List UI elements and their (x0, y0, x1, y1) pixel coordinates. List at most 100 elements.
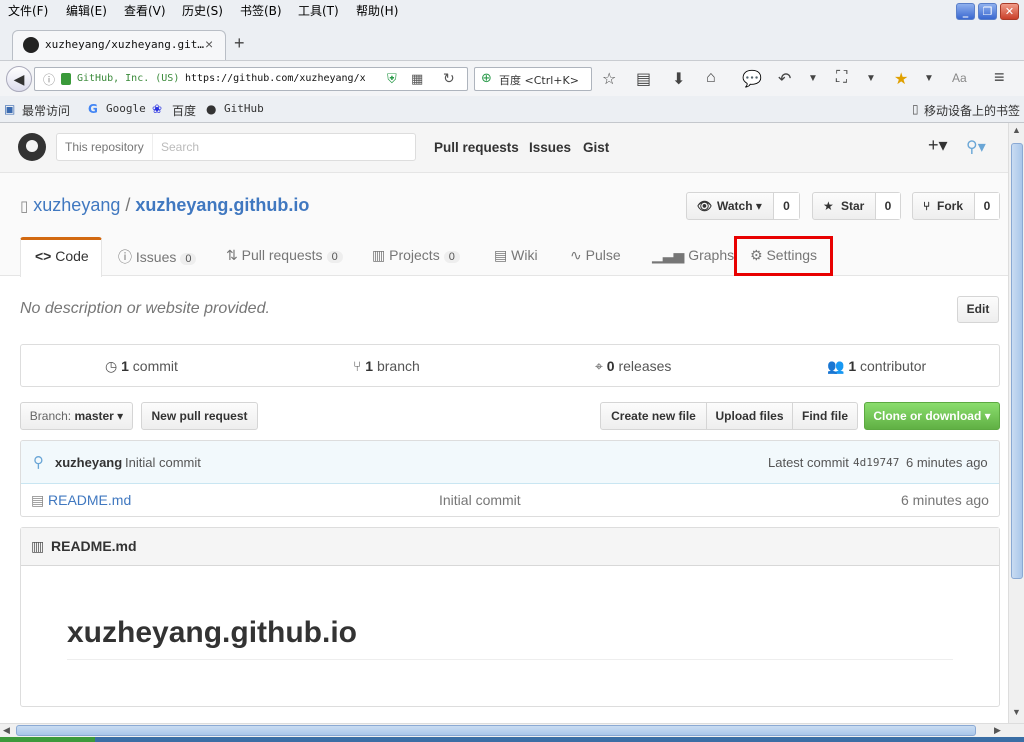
menu-history[interactable]: 历史(S) (182, 2, 223, 19)
search-input[interactable]: This repository Search (56, 133, 416, 161)
fork-count[interactable]: 0 (974, 193, 999, 219)
bookmark-baidu[interactable]: 百度 (172, 102, 196, 119)
bookmark-google[interactable]: Google (106, 102, 146, 115)
tab-pulse[interactable]: ∿ Pulse (570, 237, 621, 276)
close-tab-icon[interactable]: × (205, 36, 213, 52)
vertical-scroll-thumb[interactable] (1011, 143, 1023, 579)
back-button[interactable]: ◀ (6, 66, 32, 92)
repo-owner[interactable]: xuzheyang (33, 195, 120, 215)
browser-tab[interactable]: xuzheyang/xuzheyang.git… × (12, 30, 226, 60)
edit-description-button[interactable]: Edit (957, 296, 999, 323)
author-avatar-icon: ⚲ (33, 454, 44, 471)
dropdown-icon[interactable]: ▼ (808, 73, 818, 84)
menu-help[interactable]: 帮助(H) (356, 2, 398, 19)
vertical-scrollbar[interactable]: ▲ ▼ (1008, 123, 1024, 723)
qr-code-icon[interactable]: ▦ (411, 71, 423, 87)
file-name[interactable]: README.md (48, 492, 131, 508)
horizontal-scroll-thumb[interactable] (16, 725, 976, 736)
issue-icon: ⓘ (118, 249, 132, 265)
code-icon: <> (35, 248, 52, 264)
address-bar[interactable]: ⓘ GitHub, Inc. (US) https://github.com/x… (34, 67, 468, 91)
tab-pulse-label: Pulse (585, 247, 621, 263)
dropdown-icon[interactable]: ▼ (924, 73, 934, 84)
reload-icon[interactable]: ↻ (443, 70, 455, 87)
repo-separator: / (125, 195, 131, 215)
tab-graphs[interactable]: ▁▃▅ Graphs (652, 237, 734, 276)
info-icon[interactable]: ⓘ (43, 71, 55, 88)
fork-button[interactable]: ⑂ Fork 0 (912, 192, 1000, 220)
contributors-summary[interactable]: 👥 1 contributor (827, 358, 926, 375)
mobile-bookmarks[interactable]: 移动设备上的书签 (924, 102, 1020, 119)
menu-view[interactable]: 查看(V) (124, 2, 166, 19)
nav-pull-requests[interactable]: Pull requests (434, 140, 519, 155)
file-table: ⚲ xuzheyang Initial commit Latest commit… (20, 440, 1000, 517)
nav-gist[interactable]: Gist (583, 140, 609, 155)
star-count[interactable]: 0 (875, 193, 900, 219)
tab-projects[interactable]: ▥ Projects 0 (372, 237, 460, 276)
menu-edit[interactable]: 编辑(E) (66, 2, 107, 19)
minimize-button[interactable]: _ (956, 3, 975, 20)
clone-download-button[interactable]: Clone or download ▾ (864, 402, 1000, 430)
repo-name[interactable]: xuzheyang.github.io (135, 195, 309, 215)
scroll-right-icon[interactable]: ▶ (994, 725, 1001, 736)
watch-button[interactable]: 👁 Watch ▾ 0 (686, 192, 800, 220)
releases-summary[interactable]: ⌖ 0 releases (595, 358, 671, 375)
browser-chrome: 文件(F) 编辑(E) 查看(V) 历史(S) 书签(B) 工具(T) 帮助(H… (0, 0, 1024, 123)
watch-count[interactable]: 0 (773, 193, 799, 219)
watch-label: Watch ▾ (717, 199, 762, 213)
branches-summary[interactable]: ⑂ 1 branch (353, 358, 420, 374)
crop-icon[interactable]: ⛶ (836, 69, 847, 87)
new-pull-request-button[interactable]: New pull request (141, 402, 258, 430)
site-identity: GitHub, Inc. (US) (77, 73, 180, 84)
github-logo-icon[interactable] (18, 133, 46, 161)
download-icon[interactable]: ⬇ (672, 69, 685, 89)
horizontal-scrollbar[interactable]: ◀ ▶ (0, 723, 1024, 737)
bookmark-most-visited[interactable]: 最常访问 (22, 102, 70, 119)
commit-time: 6 minutes ago (906, 455, 988, 470)
search-placeholder: Search (161, 140, 200, 154)
bookmark-github[interactable]: GitHub (224, 102, 264, 115)
bookmark-star-icon[interactable]: ☆ (602, 69, 616, 89)
scroll-left-icon[interactable]: ◀ (3, 725, 10, 736)
shield-icon[interactable]: ⛨ (387, 71, 397, 87)
star-button[interactable]: ★ Star 0 (812, 192, 901, 220)
tab-code[interactable]: <> Code (20, 237, 102, 277)
file-icon: ▤ (31, 492, 45, 508)
new-tab-button[interactable]: + (234, 33, 245, 54)
create-new-icon[interactable]: +▾ (928, 135, 948, 156)
reading-list-icon[interactable]: ▤ (636, 69, 651, 89)
menu-file[interactable]: 文件(F) (8, 2, 48, 19)
url-text[interactable]: https://github.com/xuzheyang/x (185, 73, 365, 84)
menu-bookmarks[interactable]: 书签(B) (240, 2, 282, 19)
restore-button[interactable]: ❐ (978, 3, 997, 20)
fork-icon: ⑂ (923, 199, 931, 213)
upload-files-button[interactable]: Upload files (706, 402, 793, 430)
home-icon[interactable]: ⌂ (706, 69, 716, 87)
create-new-file-button[interactable]: Create new file (600, 402, 707, 430)
branch-select[interactable]: Branch: master ▾ (20, 402, 133, 430)
fork-label: Fork (937, 199, 964, 213)
file-commit-message[interactable]: Initial commit (439, 492, 521, 508)
commit-sha[interactable]: 4d19747 (853, 456, 899, 469)
commit-author[interactable]: xuzheyang (55, 455, 122, 470)
close-window-button[interactable]: ✕ (1000, 3, 1019, 20)
chat-icon[interactable]: 💬 (742, 69, 762, 89)
menu-tools[interactable]: 工具(T) (298, 2, 339, 19)
find-file-button[interactable]: Find file (792, 402, 858, 430)
branch-label: Branch: (29, 409, 72, 423)
commit-message[interactable]: Initial commit (125, 455, 201, 470)
scroll-up-icon[interactable]: ▲ (1012, 125, 1021, 135)
nav-issues[interactable]: Issues (529, 140, 571, 155)
tab-wiki[interactable]: ▤ Wiki (494, 237, 538, 276)
reader-icon[interactable]: Aa (952, 71, 967, 85)
user-avatar-icon[interactable]: ⚲▾ (966, 137, 986, 157)
tab-issues[interactable]: ⓘ Issues 0 (118, 237, 197, 276)
undo-icon[interactable]: ↶ (778, 69, 791, 89)
search-engine-box[interactable]: ⊕ 百度 <Ctrl+K> (474, 67, 592, 91)
favorites-icon[interactable]: ★ (894, 69, 908, 89)
scroll-down-icon[interactable]: ▼ (1012, 707, 1021, 717)
menu-hamburger-icon[interactable]: ≡ (994, 67, 1005, 88)
tab-pull-requests[interactable]: ⇅ Pull requests 0 (226, 237, 343, 276)
dropdown-icon[interactable]: ▼ (866, 73, 876, 84)
commits-summary[interactable]: ◷ 1 commit (105, 358, 178, 375)
